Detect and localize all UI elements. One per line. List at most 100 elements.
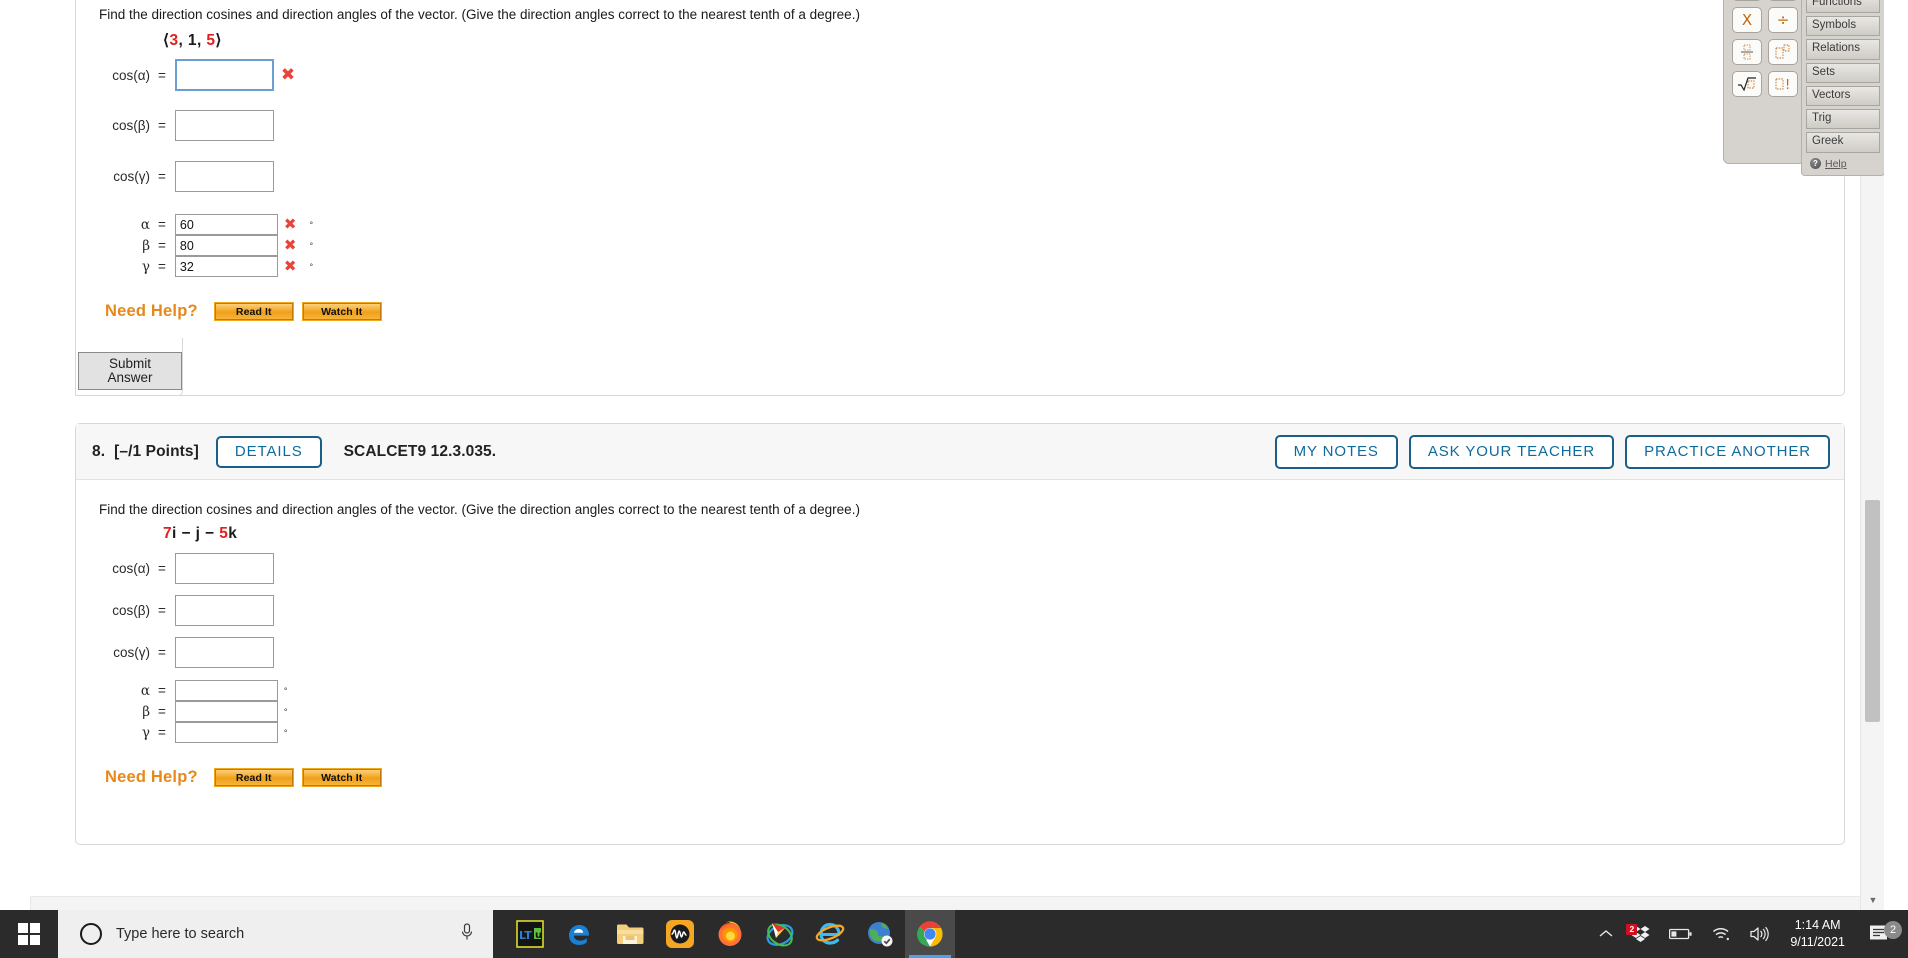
page-bottom-strip — [30, 896, 1865, 910]
clock-date: 9/11/2021 — [1790, 935, 1845, 949]
plus-key[interactable]: + — [1732, 0, 1762, 1]
search-input[interactable]: Type here to search — [58, 910, 493, 958]
internet-explorer-icon[interactable] — [805, 910, 855, 958]
microphone-icon[interactable] — [459, 922, 475, 947]
math-keypad: + − X ÷ — [1723, 0, 1805, 164]
equals-sign: = — [158, 683, 166, 698]
battery-glyph — [1669, 928, 1692, 940]
exponent-key[interactable] — [1768, 39, 1798, 65]
palette-item-trig[interactable]: Trig — [1806, 109, 1880, 130]
volume-icon[interactable] — [1740, 926, 1780, 942]
my-notes-button[interactable]: MY NOTES — [1274, 434, 1398, 469]
math-palette: + − X ÷ — [1723, 0, 1884, 204]
firefox-glyph — [718, 921, 742, 946]
edge-e-glyph — [569, 925, 589, 945]
cos-beta-row: cos(β) = — [92, 595, 274, 626]
file-explorer-icon[interactable] — [605, 910, 655, 958]
notification-count-badge: 2 — [1884, 921, 1902, 939]
show-hidden-icons-button[interactable] — [1590, 929, 1622, 939]
cos-beta-input[interactable] — [174, 110, 274, 141]
submit-answer-button[interactable]: Submit Answer — [78, 352, 182, 390]
wifi-glyph — [1713, 928, 1730, 941]
firefox-icon[interactable] — [705, 910, 755, 958]
degree-symbol: ° — [309, 240, 314, 251]
gamma-angle-row: γ = ° — [92, 722, 288, 743]
need-help-label: Need Help? — [105, 768, 198, 786]
battery-icon[interactable] — [1660, 927, 1702, 941]
cos-alpha-label: cos(α) — [112, 561, 150, 576]
equals-sign: = — [158, 259, 166, 274]
fraction-key[interactable] — [1732, 39, 1762, 65]
palette-item-relations[interactable]: Relations — [1806, 39, 1880, 60]
start-button[interactable] — [0, 910, 58, 958]
palette-item-symbols[interactable]: Symbols — [1806, 16, 1880, 37]
cos-gamma-input[interactable] — [174, 637, 274, 668]
practice-another-button[interactable]: PRACTICE ANOTHER — [1625, 434, 1830, 469]
beta-angle-input[interactable] — [174, 701, 278, 722]
palette-item-vectors[interactable]: Vectors — [1806, 85, 1880, 107]
palette-menu: Functions Symbols Relations Sets Vectors… — [1801, 0, 1884, 176]
cos-gamma-row: cos(γ) = — [92, 161, 274, 192]
scroll-down-arrow-icon[interactable]: ▼ — [1861, 890, 1884, 910]
read-it-button[interactable]: Read It — [213, 302, 294, 321]
equals-sign: = — [158, 561, 166, 576]
need-help-row: Need Help? Read It Watch It — [105, 768, 382, 787]
folder-glyph — [617, 924, 644, 944]
palette-help-link[interactable]: ? Help — [1806, 156, 1880, 170]
chrome-glyph — [917, 921, 943, 947]
cos-beta-input[interactable] — [174, 595, 274, 626]
assignment-content: Find the direction cosines and direction… — [0, 0, 1884, 910]
scrollbar-thumb[interactable] — [1865, 500, 1880, 722]
cos-gamma-input[interactable] — [174, 161, 274, 192]
vector-coefficient-k: 5 — [219, 525, 229, 542]
palette-item-functions[interactable]: Functions — [1806, 0, 1880, 14]
beta-angle-row: β = ° — [92, 701, 288, 722]
beta-angle-input[interactable] — [174, 235, 278, 256]
alpha-angle-input[interactable] — [174, 214, 278, 235]
action-center-button[interactable]: 2 — [1859, 921, 1904, 945]
wifi-icon[interactable] — [1702, 926, 1740, 942]
watch-it-button[interactable]: Watch It — [301, 768, 382, 787]
globe-app-icon[interactable] — [855, 910, 905, 958]
divide-key[interactable]: ÷ — [1768, 7, 1798, 33]
clock-time: 1:14 AM — [1794, 918, 1841, 933]
ltu-logo-icon: LT u — [516, 920, 544, 948]
paint-3d-icon[interactable] — [755, 910, 805, 958]
vector-sep-2: , — [196, 32, 207, 49]
palette-item-sets[interactable]: Sets — [1806, 62, 1880, 83]
watch-it-button[interactable]: Watch It — [301, 302, 382, 321]
alpha-angle-input[interactable] — [174, 680, 278, 701]
multiply-key[interactable]: X — [1732, 7, 1762, 33]
minus-key[interactable]: − — [1768, 0, 1798, 1]
dropbox-tray-icon[interactable]: 2 — [1622, 924, 1660, 944]
question-source: SCALCET9 12.3.035. — [343, 442, 497, 460]
vector-operator-2: − — [200, 525, 220, 542]
details-button[interactable]: DETAILS — [215, 435, 322, 468]
palette-item-greek[interactable]: Greek — [1806, 132, 1880, 153]
lockdown-browser-icon[interactable]: LT u — [505, 910, 555, 958]
cos-alpha-input[interactable] — [174, 59, 274, 91]
google-chrome-icon[interactable] — [905, 910, 955, 958]
audacity-icon[interactable] — [655, 910, 705, 958]
vector-sep-1: , — [178, 32, 188, 49]
vector-close-bracket: ⟩ — [215, 32, 222, 49]
clock[interactable]: 1:14 AM 9/11/2021 — [1780, 917, 1859, 951]
cos-alpha-input[interactable] — [174, 553, 274, 584]
incorrect-icon: ✖ — [283, 236, 297, 254]
square-root-key[interactable] — [1732, 71, 1762, 97]
need-help-row: Need Help? Read It Watch It — [105, 302, 382, 321]
gamma-angle-input[interactable] — [174, 256, 278, 277]
read-it-button[interactable]: Read It — [213, 768, 294, 787]
factorial-key[interactable]: ! — [1768, 71, 1798, 97]
factorial-icon: ! — [1775, 78, 1790, 92]
gamma-angle-input[interactable] — [174, 722, 278, 743]
vector-coefficient-i: 7 — [163, 525, 173, 542]
mic-glyph — [461, 922, 473, 939]
vector-unit-k: k — [228, 525, 238, 542]
ask-your-teacher-button[interactable]: ASK YOUR TEACHER — [1408, 434, 1615, 469]
degree-symbol: ° — [283, 685, 288, 696]
beta-label: β — [142, 703, 150, 720]
microsoft-edge-legacy-icon[interactable] — [555, 910, 605, 958]
cos-alpha-row: cos(α) = ✖ — [92, 59, 295, 91]
equals-sign: = — [158, 118, 166, 133]
